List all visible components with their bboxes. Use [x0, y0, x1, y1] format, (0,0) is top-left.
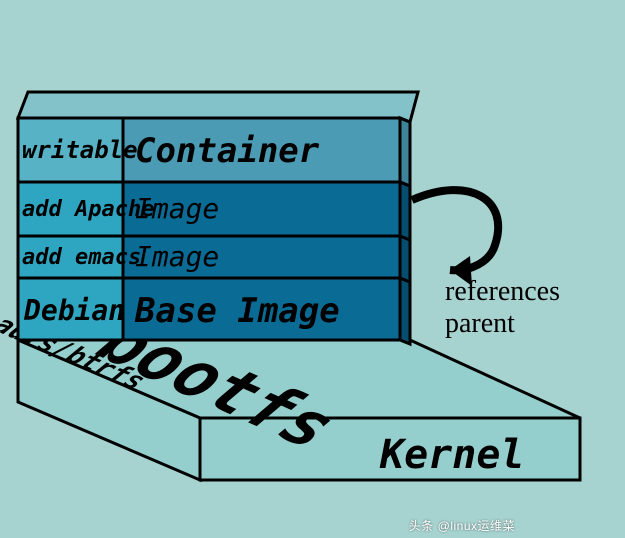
layer-base-right: Base Image: [134, 291, 340, 331]
layer-emacs-left: add emacs: [22, 245, 141, 270]
arrow-label-line1: references: [445, 276, 560, 307]
layer-apache-right: Image: [135, 192, 219, 225]
layer-container-left: writable: [22, 136, 138, 164]
layer-emacs: add emacs Image: [18, 236, 410, 282]
layer-container: writable Container: [18, 92, 418, 186]
layer-base-left: Debian: [23, 294, 125, 327]
layer-container-right: Container: [135, 131, 320, 171]
layer-apache: add Apache Image: [18, 182, 410, 240]
platform-right-label: Kernel: [379, 432, 525, 478]
watermark: 头条 @linux运维菜: [409, 517, 515, 534]
layer-base: Debian Base Image: [18, 278, 410, 344]
layer-emacs-right: Image: [135, 240, 219, 273]
arrow-label-line2: parent: [445, 308, 515, 339]
references-parent-arrow: references parent: [412, 190, 560, 339]
docker-layers-diagram: lxc, aufs/btrfs bootfs Kernel Debian Bas…: [0, 0, 625, 538]
